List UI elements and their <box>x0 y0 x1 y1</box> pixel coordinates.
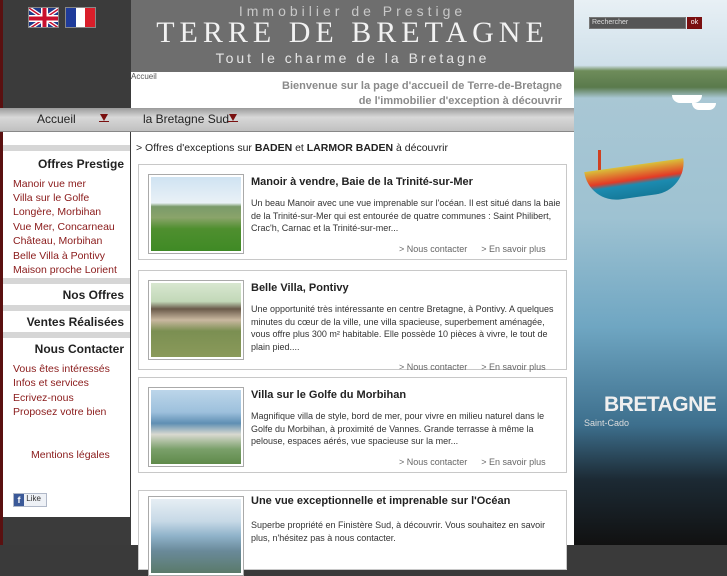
welcome-banner: Bienvenue sur la page d'accueil de Terre… <box>131 72 574 108</box>
accueil-dropdown-arrow-icon[interactable] <box>99 114 109 122</box>
sidebar-offer-link[interactable]: Château, Morbihan <box>13 235 102 247</box>
listing-description: Un beau Manoir avec une vue imprenable s… <box>251 198 561 233</box>
boat-shape <box>692 103 716 110</box>
sidebar-divider <box>3 145 130 151</box>
listing-thumbnail[interactable] <box>148 280 244 360</box>
contact-link[interactable]: > Nous contacter <box>399 244 467 254</box>
sidebar-offer-link[interactable]: Villa sur le Golfe <box>13 192 89 204</box>
photo-title: BRETAGNE <box>604 393 717 416</box>
site-tagline: Tout le charme de la Bretagne <box>215 50 490 66</box>
more-info-link[interactable]: > En savoir plus <box>481 244 545 254</box>
sidebar-heading-offres-prestige[interactable]: Offres Prestige <box>38 157 124 171</box>
welcome-line-1: Bienvenue sur la page d'accueil de Terre… <box>282 80 562 92</box>
sidebar-heading-ventes[interactable]: Ventes Réalisées <box>27 315 124 329</box>
french-flag-icon[interactable] <box>65 7 96 28</box>
listing-description: Une opportunité très intéressante en cen… <box>251 304 554 352</box>
sidebar-divider <box>3 332 130 338</box>
sidebar: Offres Prestige Manoir vue mer Villa sur… <box>3 132 130 517</box>
welcome-line-2: de l'immobilier d'exception à découvrir <box>358 95 562 107</box>
intro-prefix: > Offres d'exceptions sur <box>136 142 255 154</box>
more-info-link[interactable]: > En savoir plus <box>481 457 545 467</box>
listing-card: Villa sur le Golfe du Morbihan Magnifiqu… <box>138 377 567 473</box>
intro-text: > Offres d'exceptions sur BADEN et LARMO… <box>136 142 448 154</box>
listing-title[interactable]: Une vue exceptionnelle et imprenable sur… <box>251 495 510 507</box>
listing-title[interactable]: Villa sur le Golfe du Morbihan <box>251 389 406 401</box>
boat-shape <box>672 95 702 103</box>
sidebar-contact-link[interactable]: Ecrivez-nous <box>13 392 74 404</box>
facebook-icon: f <box>14 494 24 506</box>
sidebar-contact-link[interactable]: Infos et services <box>13 377 89 389</box>
listing-description: Superbe propriété en Finistère Sud, à dé… <box>251 520 546 543</box>
listing-card: Belle Villa, Pontivy Une opportunité trè… <box>138 270 567 372</box>
listing-thumbnail[interactable] <box>148 174 244 254</box>
intro-suffix: à découvrir <box>393 142 448 154</box>
listing-description: Magnifique villa de style, bord de mer, … <box>251 411 545 446</box>
nav-bretagne-sud[interactable]: la Bretagne Sud <box>143 112 229 126</box>
sidebar-divider <box>3 305 130 311</box>
site-header: Immobilier de Prestige TERRE DE BRETAGNE… <box>131 0 574 72</box>
photo-subtitle: Saint-Cado <box>584 418 630 428</box>
sidebar-offer-link[interactable]: Maison proche Lorient <box>13 264 117 276</box>
listing-thumbnail[interactable] <box>148 496 244 576</box>
sidebar-offer-link[interactable]: Vue Mer, Concarneau <box>13 221 115 233</box>
listing-card: Une vue exceptionnelle et imprenable sur… <box>138 490 567 576</box>
bretagne-photo: Rechercher ok BRETAGNE Saint-Cado <box>574 0 727 545</box>
facebook-like-button[interactable]: f Like <box>13 493 47 507</box>
contact-link[interactable]: > Nous contacter <box>399 457 467 467</box>
site-title[interactable]: TERRE DE BRETAGNE <box>131 17 574 49</box>
listing-links: > Nous contacter > En savoir plus <box>399 457 560 467</box>
listing-card: Manoir à vendre, Baie de la Trinité-sur-… <box>138 164 567 260</box>
more-info-link[interactable]: > En savoir plus <box>481 362 545 372</box>
contact-link[interactable]: > Nous contacter <box>399 362 467 372</box>
sidebar-offer-link[interactable]: Belle Villa à Pontivy <box>13 250 105 262</box>
sidebar-divider <box>3 278 130 284</box>
intro-place-baden: BADEN <box>254 142 293 154</box>
sidebar-offer-link[interactable]: Longère, Morbihan <box>13 206 101 218</box>
mentions-legales-link[interactable]: Mentions légales <box>31 449 110 461</box>
intro-mid: et <box>292 142 307 154</box>
like-label: Like <box>26 494 41 503</box>
bretagne-dropdown-arrow-icon[interactable] <box>228 114 238 122</box>
sidebar-heading-contact[interactable]: Nous Contacter <box>35 342 124 356</box>
nav-accueil[interactable]: Accueil <box>37 112 76 126</box>
listing-links: > Nous contacter > En savoir plus <box>399 244 560 254</box>
listing-title[interactable]: Belle Villa, Pontivy <box>251 282 349 294</box>
search-input[interactable]: Rechercher <box>589 17 686 29</box>
sidebar-offer-link[interactable]: Manoir vue mer <box>13 178 86 190</box>
sidebar-heading-nos-offres[interactable]: Nos Offres <box>63 288 124 302</box>
listing-links: > Nous contacter > En savoir plus <box>399 362 560 372</box>
breadcrumb[interactable]: Accueil <box>131 72 157 81</box>
main-nav: Accueil la Bretagne Sud <box>0 108 574 132</box>
intro-place-larmor: LARMOR BADEN <box>306 142 394 154</box>
sidebar-contact-link[interactable]: Proposez votre bien <box>13 406 106 418</box>
search-ok-button[interactable]: ok <box>687 17 702 29</box>
listing-title[interactable]: Manoir à vendre, Baie de la Trinité-sur-… <box>251 176 473 188</box>
listing-thumbnail[interactable] <box>148 387 244 467</box>
english-flag-icon[interactable] <box>28 7 59 28</box>
sidebar-contact-link[interactable]: Vous êtes intéressés <box>13 363 110 375</box>
main-content: > Offres d'exceptions sur BADEN et LARMO… <box>131 132 574 576</box>
